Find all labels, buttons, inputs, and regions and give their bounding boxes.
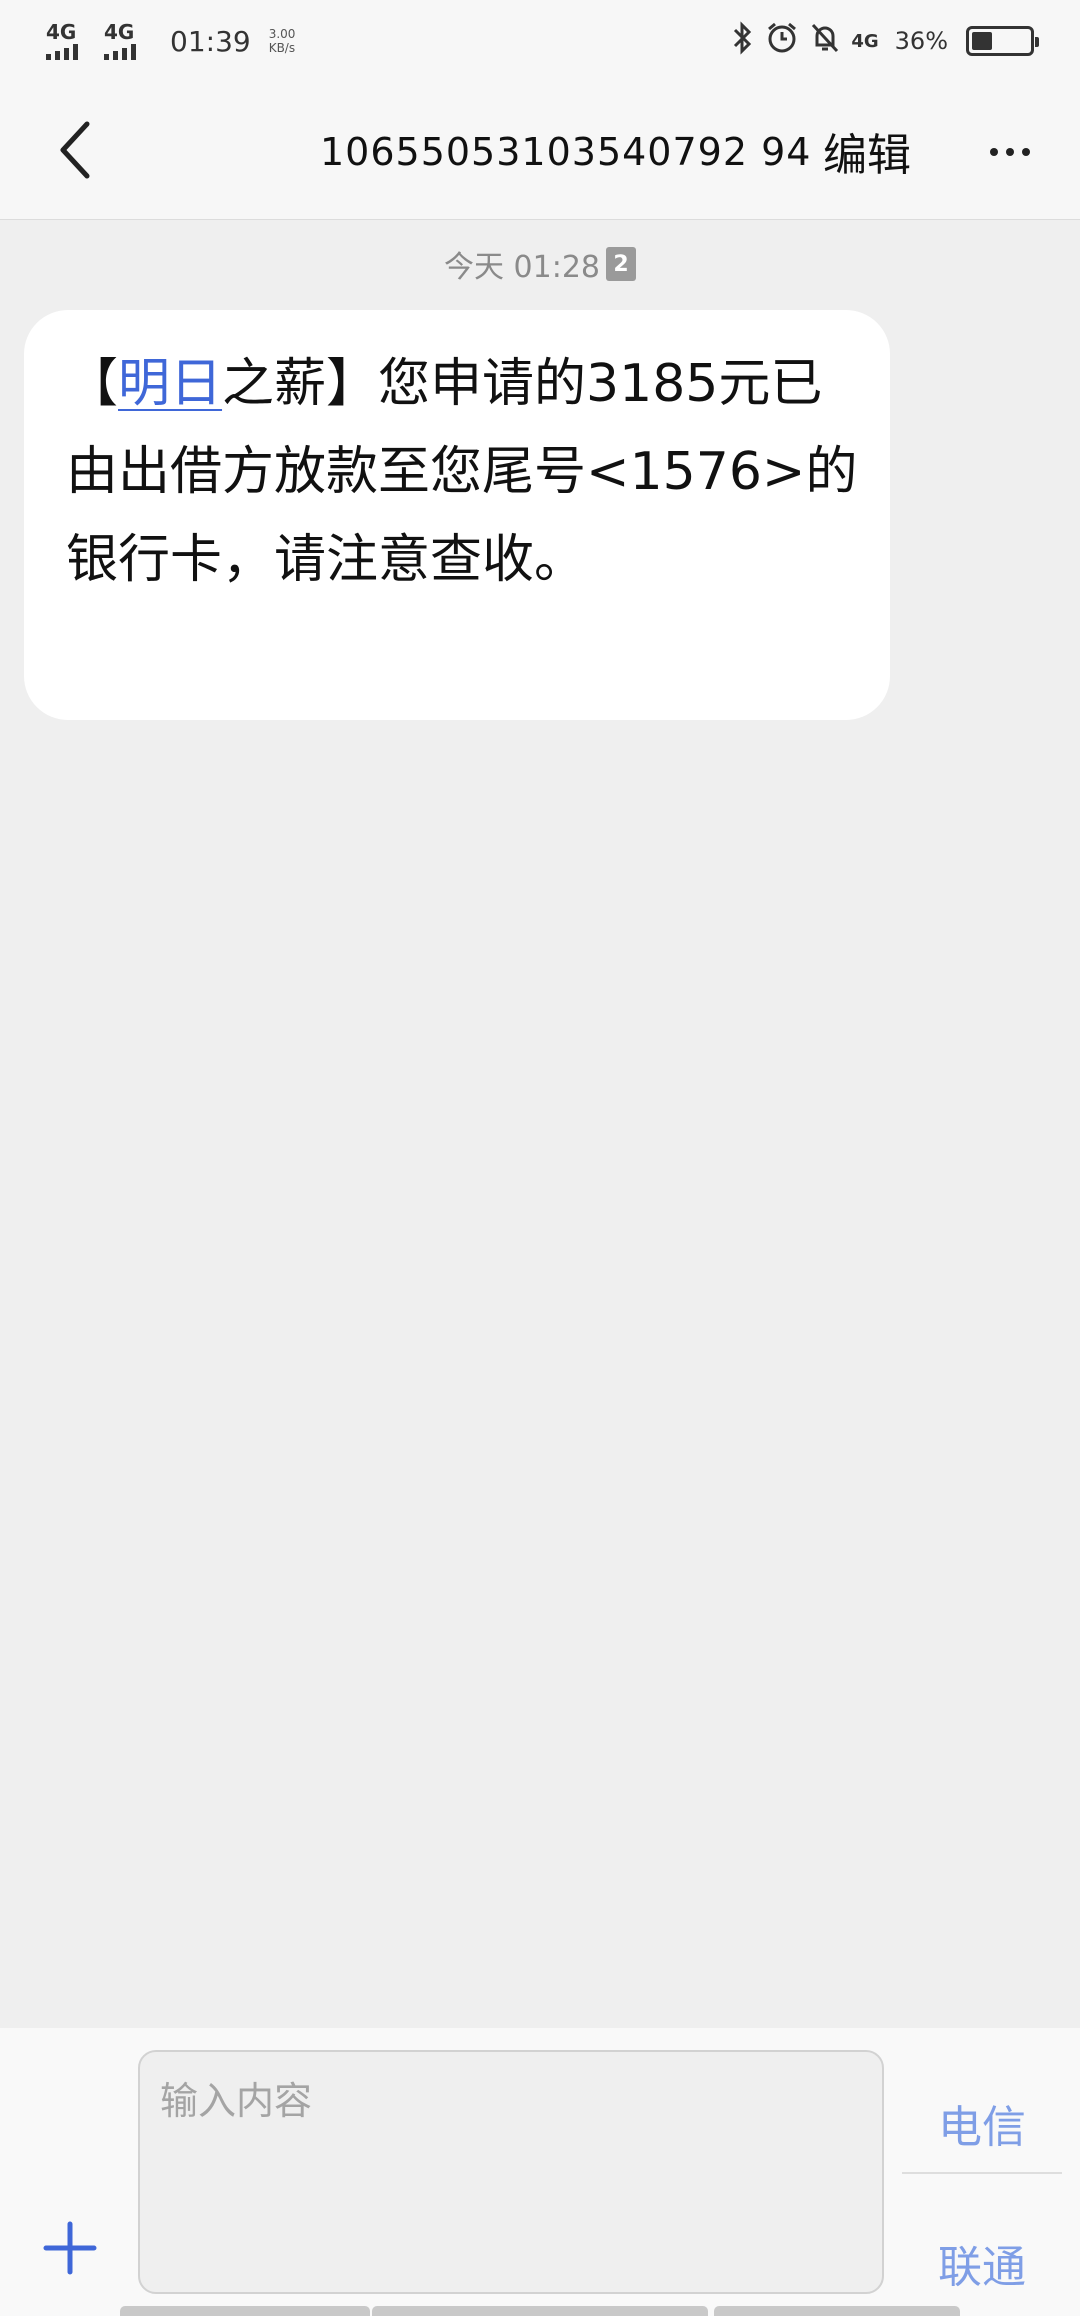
send-sim1-button[interactable]: 电信 xyxy=(912,2068,1052,2178)
chevron-left-icon xyxy=(60,121,90,179)
mobile-data-label: 4G xyxy=(851,30,879,52)
nav-bar-segment xyxy=(714,2306,960,2316)
message-input-box[interactable] xyxy=(138,2050,884,2294)
message-input[interactable] xyxy=(160,2070,862,2274)
edit-button[interactable]: 编辑 xyxy=(812,118,922,184)
conversation-header: 10655053103540792 94 编辑 xyxy=(0,82,1080,220)
divider xyxy=(902,2172,1062,2174)
mute-bell-icon xyxy=(809,21,841,61)
send-sim2-button[interactable]: 联通 xyxy=(912,2208,1052,2316)
message-timestamp: 今天 01:28 xyxy=(444,250,600,285)
bluetooth-icon xyxy=(729,21,755,61)
contact-number-title: 10655053103540792 94 xyxy=(320,130,812,174)
battery-icon xyxy=(966,26,1039,56)
network-speed-value: 3.00 xyxy=(268,27,296,41)
status-time: 01:39 xyxy=(170,24,251,58)
nav-bar-segment xyxy=(372,2306,708,2316)
more-options-button[interactable] xyxy=(980,122,1040,182)
message-bracket: 【 xyxy=(66,354,119,414)
signal-bars-icon xyxy=(46,44,78,60)
alarm-icon xyxy=(765,21,799,61)
sim2-signal: 4G xyxy=(104,22,152,60)
received-message-bubble[interactable]: 【明日之薪】您申请的3185元已由出借方放款至您尾号<1576>的银行卡，请注意… xyxy=(24,310,890,720)
sim-badge: 2 xyxy=(606,247,636,281)
network-speed: 3.00 KB/s xyxy=(269,27,296,55)
add-attachment-button[interactable] xyxy=(40,2218,100,2278)
message-text: 【明日之薪】您申请的3185元已由出借方放款至您尾号<1576>的银行卡，请注意… xyxy=(66,340,866,604)
plus-icon xyxy=(43,2221,97,2275)
sim2-network-label: 4G xyxy=(104,20,135,44)
status-bar-right: 4G 36% xyxy=(729,21,1039,61)
message-timestamp-row: 今天 01:28 2 xyxy=(0,240,1080,288)
more-dot-icon xyxy=(1022,148,1030,156)
status-bar-left: 4G 4G 01:39 3.00 KB/s xyxy=(46,22,295,60)
nav-bar-segment xyxy=(120,2306,370,2316)
sim1-signal: 4G xyxy=(46,22,94,60)
battery-percent: 36% xyxy=(894,27,948,55)
message-link[interactable]: 明日 xyxy=(118,354,222,414)
message-composer: 电信 联通 xyxy=(0,2028,1080,2316)
sim1-network-label: 4G xyxy=(46,20,77,44)
more-dot-icon xyxy=(990,148,998,156)
back-button[interactable] xyxy=(40,108,110,192)
network-speed-unit: KB/s xyxy=(268,41,296,55)
more-dot-icon xyxy=(1006,148,1014,156)
status-bar: 4G 4G 01:39 3.00 KB/s 4G 36% xyxy=(0,0,1080,82)
signal-bars-icon xyxy=(104,44,136,60)
